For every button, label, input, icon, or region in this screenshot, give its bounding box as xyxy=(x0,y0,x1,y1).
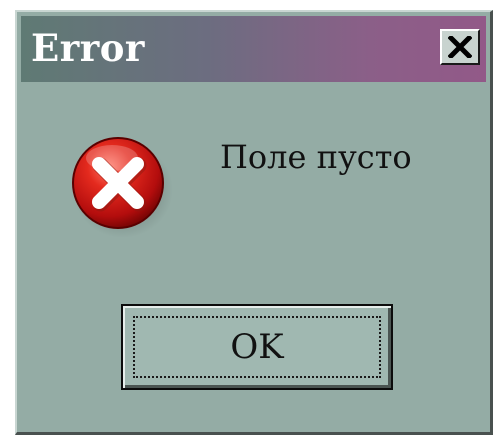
ok-button[interactable]: OK xyxy=(121,304,393,390)
error-message: Поле пусто xyxy=(220,138,412,176)
close-icon xyxy=(448,36,472,58)
close-button[interactable] xyxy=(440,29,480,65)
error-icon xyxy=(67,132,173,238)
ok-button-label: OK xyxy=(230,327,284,367)
title-bar[interactable]: Error xyxy=(21,16,486,82)
focus-rectangle: OK xyxy=(133,316,381,378)
error-dialog: Error Поле пусто OK xyxy=(15,10,493,435)
window-title: Error xyxy=(31,26,145,70)
